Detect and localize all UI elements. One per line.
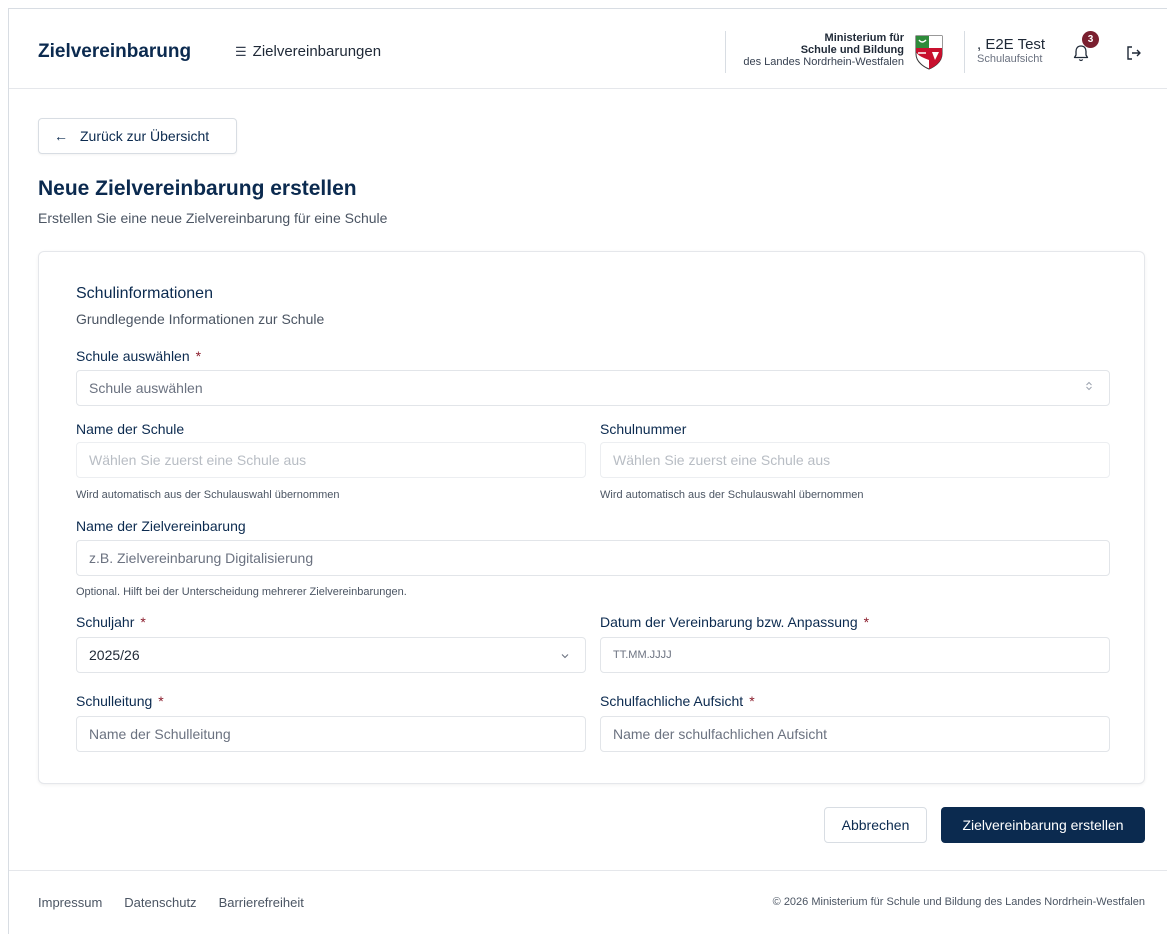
supervision-input[interactable]: Name der schulfachlichen Aufsicht [600,716,1110,752]
school-info-card: Schulinformationen Grundlegende Informat… [38,251,1145,784]
agreement-name-hint: Optional. Hilft bei der Unterscheidung m… [76,586,407,598]
agreement-date-input[interactable]: TT.MM.JJJJ [600,637,1110,673]
user-role: Schulaufsicht [977,53,1043,65]
logout-icon[interactable] [1125,44,1143,62]
create-agreement-button[interactable]: Zielvereinbarung erstellen [941,807,1145,843]
school-select[interactable]: Schule auswählen [76,370,1110,406]
school-number-hint: Wird automatisch aus der Schulauswahl üb… [600,489,864,501]
footer-link-datenschutz[interactable]: Datenschutz [124,895,196,910]
label-text: Schuljahr [76,614,135,630]
label-text: Schulfachliche Aufsicht [600,693,744,709]
required-mark: * [195,348,202,364]
chevron-down-icon [561,654,569,659]
school-number-placeholder: Wählen Sie zuerst eine Schule aus [613,452,831,468]
section-subtitle: Grundlegende Informationen zur Schule [76,311,325,327]
frame-border-left [8,8,9,934]
ministry-line-2: Schule und Bildung [800,44,904,56]
label-text: Datum der Vereinbarung bzw. Anpassung [600,614,858,630]
list-icon: ☰ [235,43,247,59]
school-head-label: Schulleitung * [76,693,164,709]
footer-link-impressum[interactable]: Impressum [38,895,102,910]
nav-link-zielvereinbarungen[interactable]: ☰ Zielvereinbarungen [235,43,381,60]
back-to-overview-button[interactable]: ← Zurück zur Übersicht [38,118,237,154]
agreement-date-placeholder: TT.MM.JJJJ [613,649,672,661]
footer-link-barrierefreiheit[interactable]: Barrierefreiheit [219,895,304,910]
agreement-name-placeholder: z.B. Zielvereinbarung Digitalisierung [89,550,314,566]
school-year-select[interactable]: 2025/26 [76,637,586,673]
required-mark: * [863,614,870,630]
agreement-name-input[interactable]: z.B. Zielvereinbarung Digitalisierung [76,540,1110,576]
nav-link-label: Zielvereinbarungen [252,43,382,60]
ministry-line-1: Ministerium für [824,32,904,44]
header-divider [964,31,965,73]
school-name-hint: Wird automatisch aus der Schulauswahl üb… [76,489,340,501]
school-year-value: 2025/26 [89,647,140,663]
user-info[interactable]: , E2E Test Schulaufsicht [977,37,1045,67]
section-title: Schulinformationen [76,285,213,302]
school-name-label: Name der Schule [76,421,185,437]
arrow-left-icon: ← [54,128,68,144]
agreement-date-label: Datum der Vereinbarung bzw. Anpassung * [600,614,869,630]
required-mark: * [749,693,755,709]
brand-title[interactable]: Zielvereinbarung [38,41,191,63]
user-name: , E2E Test [977,36,1046,53]
school-year-label: Schuljahr * [76,614,146,630]
agreement-name-label: Name der Zielvereinbarung [76,518,246,534]
school-head-input[interactable]: Name der Schulleitung [76,716,586,752]
label-text: Schule auswählen [76,348,190,364]
header-divider [725,31,726,73]
ministry-label: Ministerium für Schule und Bildung des L… [743,32,904,68]
required-mark: * [140,614,146,630]
school-name-placeholder: Wählen Sie zuerst eine Schule aus [89,452,307,468]
supervision-label: Schulfachliche Aufsicht * [600,693,755,709]
ministry-line-3: des Landes Nordrhein-Westfalen [743,56,904,68]
back-button-label: Zurück zur Übersicht [80,128,210,144]
copyright-text: © 2026 Ministerium für Schule und Bildun… [772,896,1145,908]
notification-badge: 3 [1082,31,1099,48]
school-select-label: Schule auswählen * [76,348,201,364]
cancel-button[interactable]: Abbrechen [824,807,927,843]
select-updown-icon [1086,381,1092,391]
school-name-field[interactable]: Wählen Sie zuerst eine Schule aus [76,442,586,478]
label-text: Schulleitung [76,693,153,709]
school-head-placeholder: Name der Schulleitung [89,726,231,742]
school-select-placeholder: Schule auswählen [89,380,203,396]
required-mark: * [158,693,164,709]
app-header: Zielvereinbarung ☰ Zielvereinbarungen Mi… [9,9,1167,89]
supervision-placeholder: Name der schulfachlichen Aufsicht [613,726,827,742]
page-title: Neue Zielvereinbarung erstellen [38,177,357,200]
school-number-field[interactable]: Wählen Sie zuerst eine Schule aus [600,442,1110,478]
school-number-label: Schulnummer [600,421,687,437]
page-subtitle: Erstellen Sie eine neue Zielvereinbarung… [38,210,388,226]
footer-divider [9,870,1167,871]
crest-icon [915,35,943,70]
footer-links: Impressum Datenschutz Barrierefreiheit [38,895,304,910]
